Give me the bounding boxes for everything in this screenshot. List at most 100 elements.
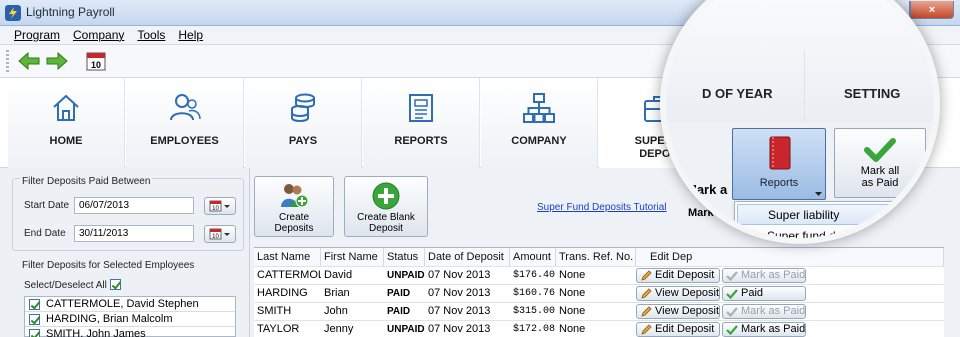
tab-end-of-year[interactable]: D OF YEAR bbox=[702, 86, 773, 101]
employee-item[interactable]: HARDING, Brian Malcolm bbox=[25, 312, 235, 327]
table-cell-last: HARDING bbox=[257, 287, 308, 299]
table-cell-date: 07 Nov 2013 bbox=[428, 305, 491, 317]
checkmark-icon bbox=[864, 138, 896, 162]
edit-deposit-button[interactable]: Edit Deposit bbox=[636, 322, 720, 337]
column-header-status[interactable]: Status bbox=[384, 248, 425, 266]
red-book-icon bbox=[769, 136, 791, 170]
employee-name: SMITH, John James bbox=[46, 328, 146, 337]
nav-label-employees: EMPLOYEES bbox=[150, 135, 219, 147]
employee-checkbox[interactable] bbox=[29, 298, 40, 310]
forward-arrow-icon[interactable] bbox=[46, 52, 68, 70]
tab-settings[interactable]: SETTING bbox=[844, 86, 900, 101]
end-date-picker[interactable]: 10 bbox=[204, 225, 236, 243]
table-cell-date: 07 Nov 2013 bbox=[428, 269, 491, 281]
table-cell-amount: $176.40 bbox=[513, 270, 556, 281]
edit-deposit-button[interactable]: Edit Deposit bbox=[636, 268, 720, 283]
table-cell-first: John bbox=[324, 305, 348, 317]
column-header-ref[interactable]: Trans. Ref. No. bbox=[556, 248, 636, 266]
table-cell-first: Jenny bbox=[324, 323, 354, 335]
create-blank-deposit-button[interactable]: Create Blank Deposit bbox=[344, 176, 428, 237]
nav-tab-home[interactable]: HOME bbox=[8, 78, 125, 168]
column-header-first-name[interactable]: First Name bbox=[321, 248, 384, 266]
edit-deposit-label: View Deposit bbox=[655, 287, 719, 299]
nav-tab-company[interactable]: COMPANY bbox=[481, 78, 598, 168]
pencil-icon bbox=[641, 306, 652, 317]
column-header-amount[interactable]: Amount bbox=[510, 248, 556, 266]
mark-all-label-2: as Paid bbox=[861, 177, 899, 189]
tutorial-link[interactable]: Super Fund Deposits Tutorial bbox=[537, 202, 667, 213]
mark-as-paid-button[interactable]: Mark as Paid bbox=[722, 268, 806, 283]
start-cal-day: 10 bbox=[212, 206, 219, 212]
table-cell-last: TAYLOR bbox=[257, 323, 300, 335]
mark-all-as-paid-button[interactable]: Mark all as Paid bbox=[834, 128, 926, 198]
start-date-label: Start Date bbox=[24, 200, 70, 211]
reports-dropdown-menu: Super liability Super fund deposits bbox=[734, 201, 894, 238]
back-arrow-icon[interactable] bbox=[18, 52, 40, 70]
report-icon bbox=[409, 94, 433, 122]
mark-fragment: Mar bbox=[688, 206, 709, 220]
pencil-icon bbox=[641, 288, 652, 299]
reports-button-label: Reports bbox=[759, 177, 799, 189]
table-cell-first: David bbox=[324, 269, 353, 281]
select-all-checkbox[interactable] bbox=[110, 279, 127, 290]
column-header-last-name[interactable]: Last Name bbox=[254, 248, 321, 266]
column-header-edit[interactable]: Edit Dep bbox=[636, 248, 944, 266]
menu-tools[interactable]: Tools bbox=[137, 26, 165, 44]
menu-help[interactable]: Help bbox=[178, 26, 203, 44]
employees-icon bbox=[169, 94, 201, 121]
table-cell-first: Brian bbox=[324, 287, 350, 299]
table-cell-ref: None bbox=[559, 305, 586, 317]
menu-program[interactable]: Program bbox=[14, 26, 60, 44]
reports-dropdown-button[interactable]: Reports bbox=[732, 128, 826, 200]
table-cell-status: UNPAID bbox=[387, 270, 425, 281]
employee-item[interactable]: SMITH, John James bbox=[25, 327, 235, 337]
end-date-field[interactable]: 30/11/2013 bbox=[74, 225, 194, 242]
table-cell-status: PAID bbox=[387, 288, 411, 299]
employee-filter-title: Filter Deposits for Selected Employees bbox=[22, 260, 195, 271]
view-deposit-button[interactable]: View Deposit bbox=[636, 304, 720, 319]
table-cell-last: CATTERMOLE bbox=[257, 269, 321, 281]
employee-list: CATTERMOLE, David Stephen HARDING, Brian… bbox=[24, 296, 236, 337]
view-deposit-button[interactable]: View Deposit bbox=[636, 286, 720, 301]
create-deposits-button[interactable]: Create Deposits bbox=[254, 176, 334, 237]
menu-item-super-liability[interactable]: Super liability bbox=[737, 204, 893, 225]
end-date-label: End Date bbox=[24, 228, 66, 239]
add-people-icon bbox=[281, 184, 309, 208]
mark-as-paid-button[interactable]: Paid bbox=[722, 286, 806, 301]
lightning-app-icon bbox=[5, 5, 21, 21]
calendar-icon: 10 bbox=[209, 228, 230, 240]
edit-deposit-label: Edit Deposit bbox=[655, 269, 715, 281]
table-cell-amount: $172.08 bbox=[513, 324, 556, 335]
column-header-date[interactable]: Date of Deposit bbox=[425, 248, 510, 266]
employee-checkbox[interactable] bbox=[29, 313, 40, 325]
pencil-icon bbox=[641, 324, 652, 335]
magnified-separator bbox=[804, 50, 805, 122]
mark-as-paid-button[interactable]: Mark as Paid bbox=[722, 322, 806, 337]
nav-label-pays: PAYS bbox=[288, 135, 318, 147]
toolbar-grip[interactable] bbox=[6, 50, 9, 72]
table-cell-status: UNPAID bbox=[387, 324, 425, 335]
nav-label-home: HOME bbox=[49, 135, 83, 147]
table-cell-status: PAID bbox=[387, 306, 411, 317]
table-cell-ref: None bbox=[559, 323, 586, 335]
mark-as-paid-button[interactable]: Mark as Paid bbox=[722, 304, 806, 319]
create-deposits-label-1: Create bbox=[278, 212, 309, 223]
menu-company[interactable]: Company bbox=[73, 26, 124, 44]
table-cell-amount: $315.00 bbox=[513, 306, 556, 317]
end-cal-day: 10 bbox=[212, 234, 219, 240]
calendar-icon[interactable]: 10 bbox=[86, 51, 106, 71]
table-cell-ref: None bbox=[559, 287, 586, 299]
mark-all-label-1: Mark all bbox=[860, 165, 900, 177]
nav-tab-pays[interactable]: PAYS bbox=[245, 78, 362, 168]
nav-tab-reports[interactable]: REPORTS bbox=[363, 78, 480, 168]
start-date-picker[interactable]: 10 bbox=[204, 197, 236, 215]
employee-checkbox[interactable] bbox=[29, 328, 40, 337]
checkmark-icon bbox=[726, 289, 738, 300]
mark-as-fragment: Mark a bbox=[686, 182, 728, 197]
mark-as-paid-label: Mark as Paid bbox=[741, 305, 806, 317]
create-blank-label-2: Deposit bbox=[369, 223, 403, 234]
nav-tab-employees[interactable]: EMPLOYEES bbox=[126, 78, 244, 168]
magnified-ribbon bbox=[666, 0, 934, 122]
employee-item[interactable]: CATTERMOLE, David Stephen bbox=[25, 297, 235, 312]
start-date-field[interactable]: 06/07/2013 bbox=[74, 197, 194, 214]
